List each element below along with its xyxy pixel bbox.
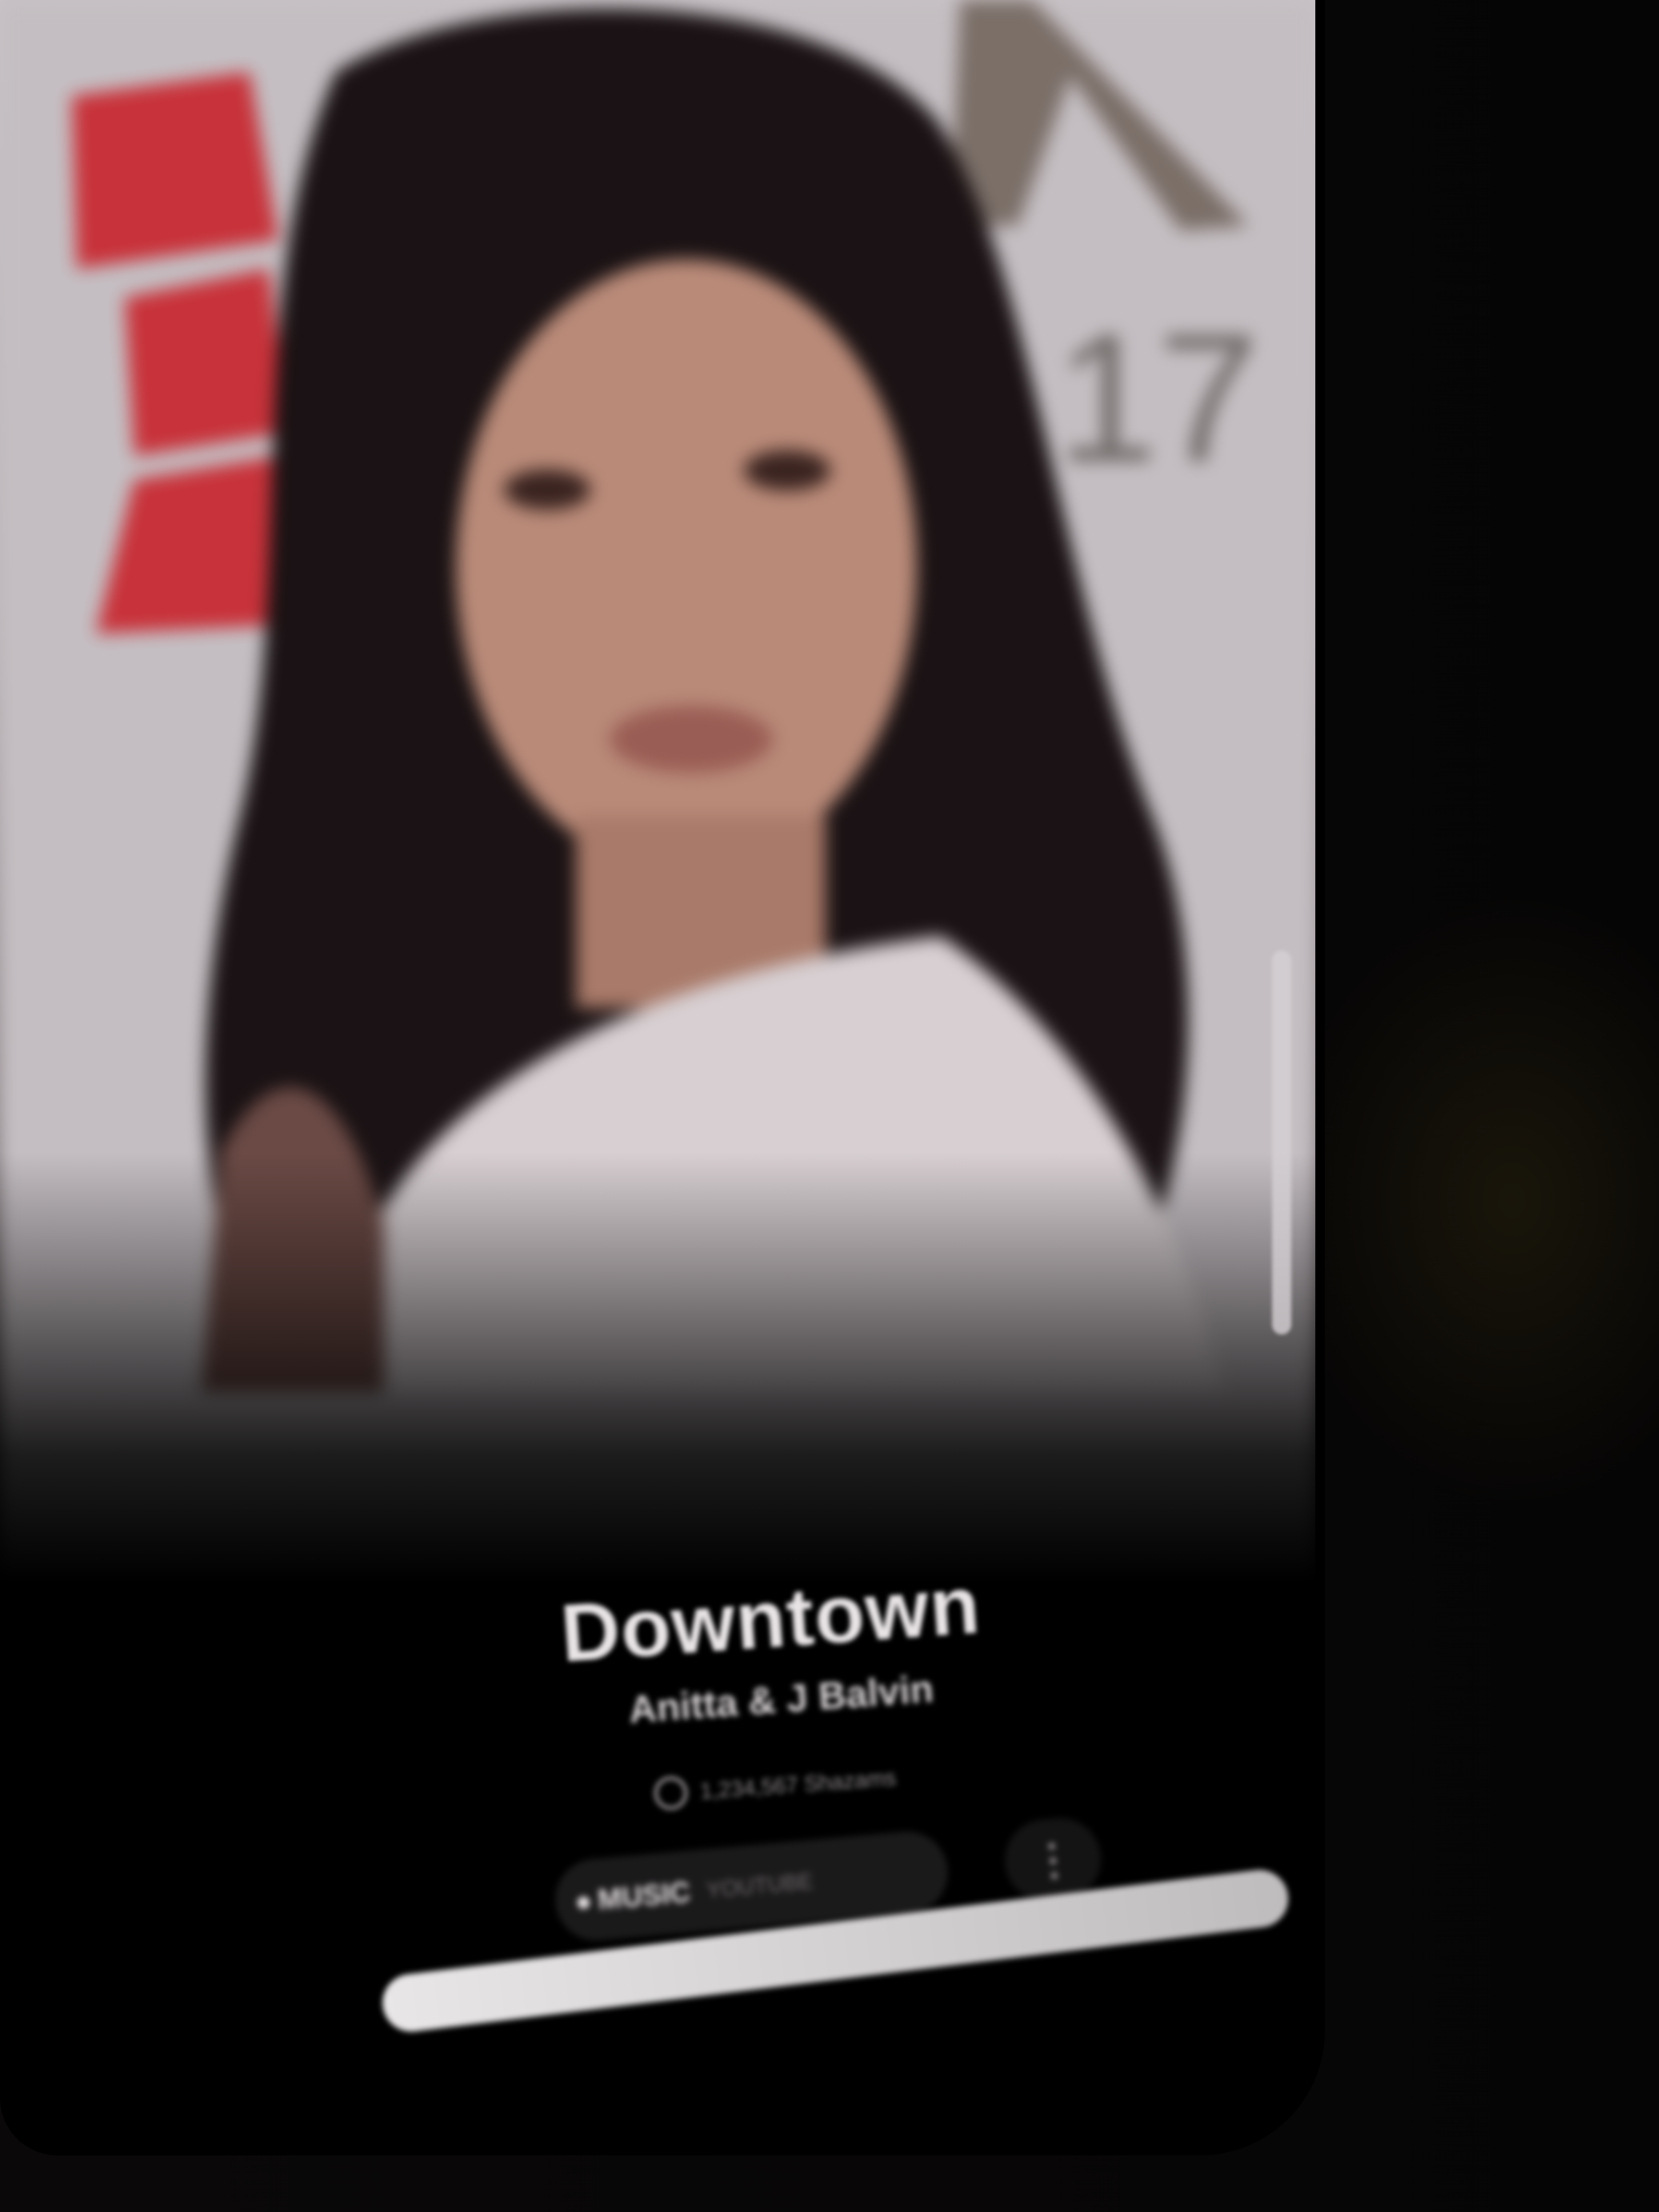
shazam-count-icon <box>653 1775 689 1811</box>
sign-number: 17 <box>1056 296 1259 500</box>
source-youtube-button[interactable]: YOUTUBE <box>705 1868 814 1903</box>
source-music-button[interactable]: MUSIC <box>573 1875 692 1918</box>
song-meta: 1,234,567 Shazams <box>653 1761 897 1811</box>
phone-screen: 17 Downtown Anitta & J Balvin 1,234,567 … <box>0 0 1325 2155</box>
scroll-indicator[interactable] <box>1272 950 1291 1334</box>
more-dots-icon: ⋮ <box>1029 1834 1077 1886</box>
artist-name[interactable]: Anitta & J Balvin <box>627 1667 935 1732</box>
artist-photo: 17 <box>0 0 1315 1584</box>
photo-fade <box>0 1152 1315 1584</box>
shazam-count: 1,234,567 Shazams <box>699 1765 897 1804</box>
